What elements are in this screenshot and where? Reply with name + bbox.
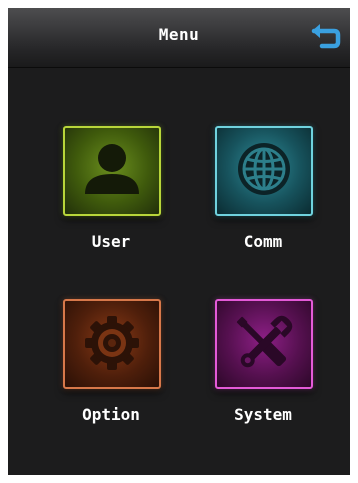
comm-tile-icon-box [215, 126, 313, 216]
menu-item-user[interactable]: User [46, 126, 176, 276]
menu-item-label: Option [82, 405, 140, 424]
header-bar: Menu [8, 8, 350, 68]
device-screen: Menu User Comm Option System [8, 8, 350, 475]
user-icon [85, 144, 139, 194]
menu-item-system[interactable]: System [198, 299, 328, 449]
back-button[interactable] [308, 20, 342, 54]
gear-icon [85, 316, 139, 370]
tools-icon [236, 315, 293, 368]
menu-item-label: System [234, 405, 292, 424]
menu-item-comm[interactable]: Comm [198, 126, 328, 276]
back-arrow-icon [311, 24, 341, 49]
globe-icon [238, 143, 290, 195]
system-tile-icon-box [215, 299, 313, 389]
page-title: Menu [158, 25, 200, 44]
menu-item-option[interactable]: Option [46, 299, 176, 449]
menu-item-label: Comm [243, 232, 283, 251]
option-tile-icon-box [63, 299, 161, 389]
user-tile-icon-box [63, 126, 161, 216]
menu-item-label: User [91, 232, 131, 251]
